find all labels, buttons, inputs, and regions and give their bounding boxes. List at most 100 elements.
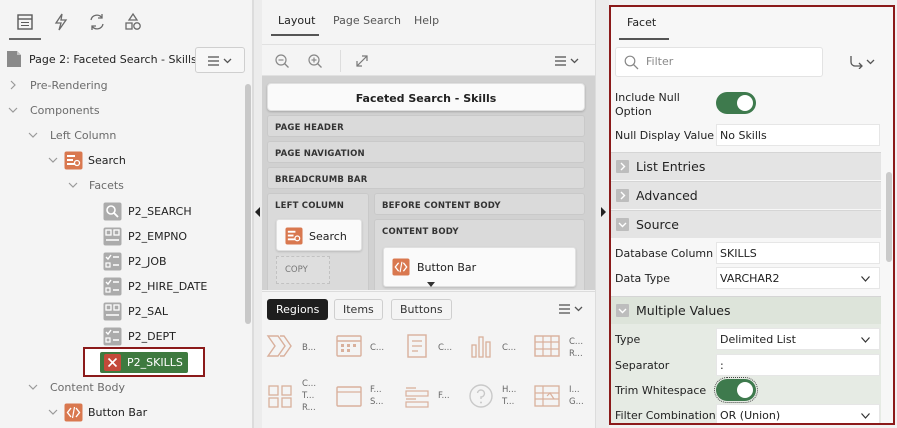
document-icon[interactable] [402, 333, 436, 363]
region-label: BEFORE CONTENT BODY [382, 201, 501, 211]
section-multiple-values[interactable]: Multiple Values [611, 296, 881, 324]
prop-label: Include Null Option [615, 91, 680, 118]
page-icon [6, 50, 22, 68]
layout-canvas[interactable]: Faceted Search - Skills PAGE HEADER PAGE… [262, 76, 595, 290]
tree-menu-button[interactable] [195, 47, 245, 73]
database-column-field[interactable]: SKILLS [716, 242, 880, 264]
tree-node-p2-skills-highlight[interactable]: P2_SKILLS [83, 347, 205, 377]
include-null-toggle[interactable] [716, 92, 756, 114]
processing-icon[interactable] [87, 12, 107, 32]
goto-group-icon[interactable] [849, 55, 877, 69]
shared-components-icon[interactable] [123, 12, 143, 32]
tree-node-p2-job[interactable]: P2_JOB [0, 251, 245, 273]
region-label: CONTENT BODY [382, 227, 459, 237]
form-icon[interactable] [402, 383, 436, 413]
tab-help[interactable]: Help [414, 14, 439, 27]
chevron-down-icon [861, 337, 870, 343]
trim-whitespace-toggle[interactable] [714, 377, 758, 403]
faceted-search-region-icon [285, 227, 303, 245]
tree-node-p2-sal[interactable]: P2_SAL [0, 301, 245, 323]
button-bar-region-card[interactable]: Button Bar [383, 247, 576, 287]
tree-node-pre-rendering[interactable]: Pre-Rendering [0, 75, 245, 97]
section-label: Source [636, 217, 679, 232]
region-page-navigation[interactable]: PAGE NAVIGATION [267, 141, 585, 163]
zoom-in-icon[interactable] [307, 53, 323, 69]
chevrons-icon[interactable] [266, 333, 300, 363]
rendering-tree-icon[interactable] [9, 12, 41, 40]
tab-buttons[interactable]: Buttons [391, 299, 452, 320]
expand-section-icon [616, 189, 629, 202]
filter-input[interactable] [644, 54, 814, 69]
calendar-icon[interactable] [334, 333, 368, 363]
chevron-down-icon[interactable] [48, 155, 58, 165]
collapse-right-icon[interactable] [601, 207, 607, 217]
layout-menu-icon[interactable] [554, 55, 582, 67]
tree-node-left-column[interactable]: Left Column [0, 125, 245, 147]
expand-section-icon [616, 160, 629, 173]
left-splitter[interactable] [253, 0, 262, 428]
card-list-icon[interactable] [266, 383, 300, 413]
selected-tree-node[interactable]: P2_SKILLS [100, 352, 188, 373]
chevron-right-icon[interactable] [8, 80, 18, 90]
tree-node-search[interactable]: Search [0, 150, 245, 172]
chevron-down-icon[interactable] [68, 180, 78, 190]
page-heading-box[interactable]: Faceted Search - Skills [267, 83, 585, 111]
grid-icon[interactable] [532, 383, 566, 413]
chevron-down-icon[interactable] [28, 130, 38, 140]
type-select[interactable]: Delimited List [716, 328, 880, 350]
checkbox-facet-icon [103, 277, 122, 296]
tab-facet[interactable]: Facet [627, 16, 656, 29]
region-label: PAGE HEADER [275, 123, 344, 133]
help-icon[interactable] [466, 383, 500, 413]
tab-items[interactable]: Items [334, 299, 383, 320]
data-type-select[interactable]: VARCHAR2 [716, 267, 880, 289]
page-header-row[interactable]: Page 2: Faceted Search - Skills [0, 45, 253, 73]
region-breadcrumb-bar[interactable]: BREADCRUMB BAR [267, 167, 585, 189]
prop-label: Data Type [615, 272, 671, 285]
properties-scrollbar[interactable] [886, 172, 892, 262]
tree-node-content-body[interactable]: Content Body [0, 377, 245, 399]
dynamic-actions-icon[interactable] [51, 12, 71, 32]
separator-field[interactable]: : [716, 354, 880, 376]
window-icon[interactable] [334, 383, 368, 413]
tab-layout[interactable]: Layout [278, 14, 315, 27]
region-left-column[interactable]: LEFT COLUMN Search COPY [267, 193, 369, 290]
tree-node-p2-hire-date[interactable]: P2_HIRE_DATE [0, 276, 245, 298]
checkbox-facet-icon [103, 252, 122, 271]
collapse-left-icon[interactable] [255, 207, 261, 217]
filter-field[interactable] [615, 47, 823, 77]
region-content-body[interactable]: CONTENT BODY Button Bar [374, 219, 585, 290]
search-region-card[interactable]: Search [276, 219, 362, 251]
copy-slot[interactable]: COPY [276, 256, 330, 284]
bar-chart-icon[interactable] [466, 333, 500, 363]
filter-combination-select[interactable]: OR (Union) [716, 404, 880, 423]
section-list-entries[interactable]: List Entries [611, 152, 881, 180]
tab-page-search[interactable]: Page Search [333, 14, 401, 27]
chevron-down-icon[interactable] [48, 407, 58, 417]
search-icon [624, 55, 639, 70]
tree-label: P2_SKILLS [127, 356, 183, 369]
table-icon[interactable] [532, 333, 566, 363]
gallery-menu-icon[interactable] [558, 303, 586, 315]
tree-node-p2-empno[interactable]: P2_EMPNO [0, 226, 245, 248]
chevron-down-icon[interactable] [8, 105, 18, 115]
tree-node-button-bar[interactable]: Button Bar [0, 402, 245, 424]
tree-node-components[interactable]: Components [0, 100, 245, 122]
tree-label: P2_SEARCH [128, 205, 192, 218]
tree-node-p2-search[interactable]: P2_SEARCH [0, 201, 245, 223]
region-page-header[interactable]: PAGE HEADER [267, 115, 585, 137]
region-before-content-body[interactable]: BEFORE CONTENT BODY [374, 193, 585, 215]
chevron-down-icon[interactable] [28, 382, 38, 392]
region-label: LEFT COLUMN [275, 201, 345, 211]
tree-scrollbar[interactable] [245, 84, 251, 324]
section-source[interactable]: Source [611, 210, 881, 238]
tree-label: Components [30, 104, 100, 117]
zoom-out-icon[interactable] [274, 53, 290, 69]
tree-node-p2-dept[interactable]: P2_DEPT [0, 326, 245, 348]
tree-node-facets[interactable]: Facets [0, 175, 245, 197]
right-splitter[interactable] [595, 0, 609, 428]
tab-regions[interactable]: Regions [267, 299, 329, 320]
null-display-value-field[interactable]: No Skills [716, 124, 880, 146]
expand-icon[interactable] [354, 53, 370, 69]
section-advanced[interactable]: Advanced [611, 181, 881, 209]
